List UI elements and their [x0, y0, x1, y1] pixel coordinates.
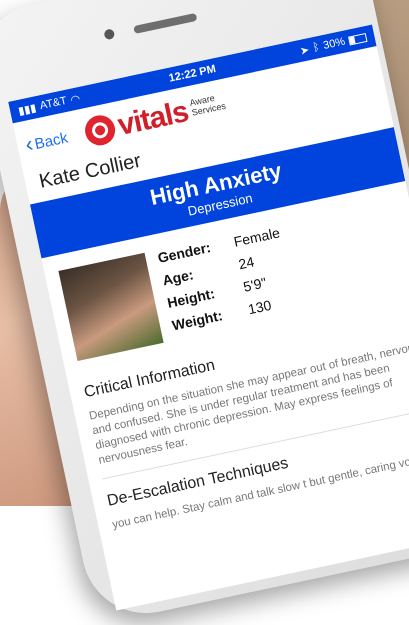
battery-icon [347, 32, 368, 46]
back-label: Back [33, 128, 70, 153]
battery-percent: 30% [322, 35, 347, 52]
camera-icon [103, 28, 116, 41]
speaker-grille [133, 12, 198, 34]
location-icon: ➤ [298, 43, 311, 58]
vitals-logo-mark [81, 112, 118, 149]
phone-screen: ▮▮▮ AT&T ◠ 12:22 PM ➤ ᛒ 30% ‹ Back vital… [8, 24, 409, 611]
vitals-logo-word: vitals [114, 95, 191, 143]
wifi-icon: ◠ [69, 92, 82, 107]
profile-fields: Gender: Female Age: 24 Height: 5'9" Weig… [156, 224, 297, 340]
bluetooth-icon: ᛒ [311, 41, 321, 55]
carrier-label: AT&T [38, 94, 68, 113]
profile-photo [58, 252, 164, 362]
back-button[interactable]: ‹ Back [23, 127, 70, 157]
vitals-logo-sub: Aware Services [189, 91, 227, 118]
phone: ▮▮▮ AT&T ◠ 12:22 PM ➤ ᛒ 30% ‹ Back vital… [0, 0, 409, 625]
signal-icon: ▮▮▮ [17, 101, 38, 118]
